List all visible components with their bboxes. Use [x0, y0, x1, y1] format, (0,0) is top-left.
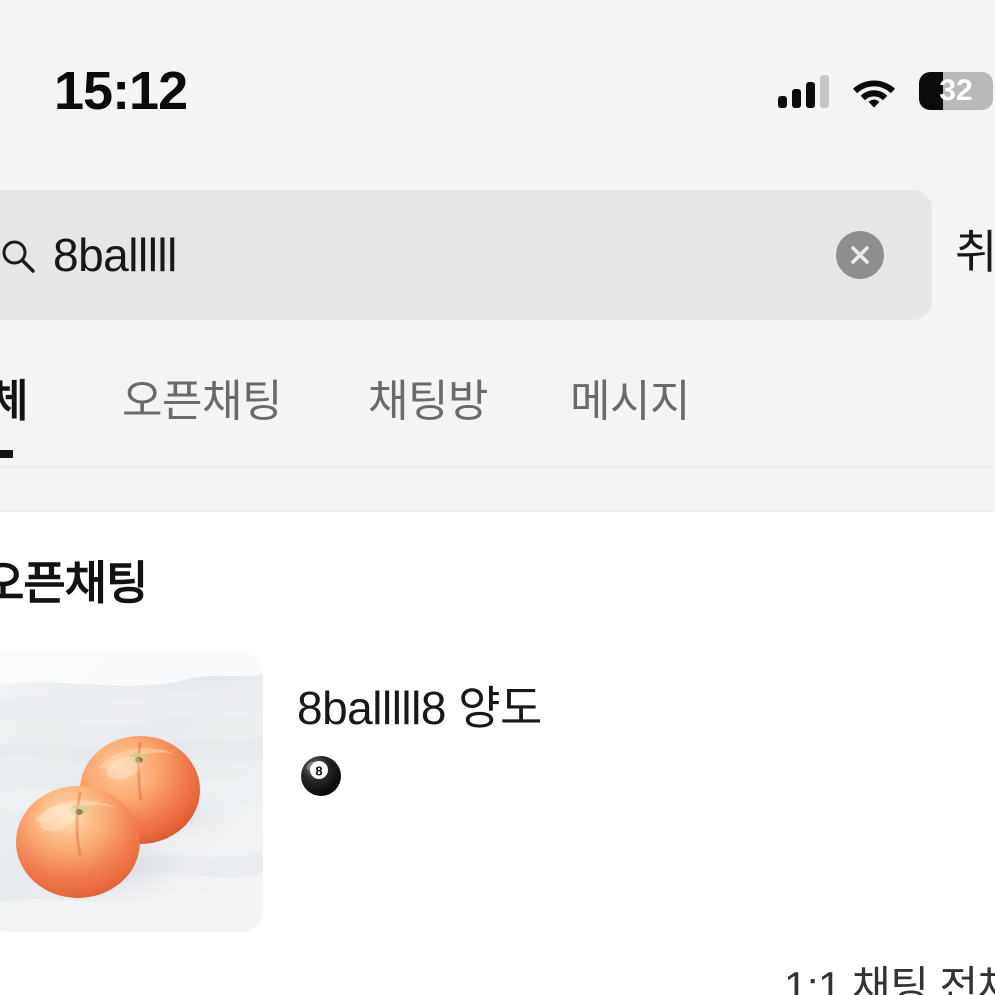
status-bar-time: 15:12	[54, 61, 188, 121]
view-all-one-to-one-chats-link[interactable]: 1:1 채팅 전체›	[784, 960, 995, 995]
section-header-open-chat: 오픈채팅	[0, 557, 148, 609]
search-results-content: 오픈채팅 8balllll8 양도 8	[0, 512, 995, 995]
section-separator	[0, 468, 995, 512]
search-input-value: 8balllll	[53, 229, 177, 281]
battery-percent-label: 32	[939, 74, 973, 107]
tab-chat-rooms[interactable]: 채팅방	[368, 350, 488, 468]
app-screen: 15:12 32 8balllll 취 체 오픈채팅 채팅방 메시지 오픈채팅 …	[0, 0, 995, 995]
peaches-image	[0, 650, 263, 932]
tab-chat-rooms-label: 채팅방	[368, 377, 488, 426]
battery-icon: 32	[919, 72, 993, 110]
cellular-signal-icon	[778, 74, 829, 108]
list-item[interactable]: 8balllll8 양도 8	[0, 650, 995, 950]
tab-open-chat-label: 오픈채팅	[122, 377, 282, 426]
search-result-tabs: 전체 오픈채팅 채팅방 메시지	[0, 350, 995, 468]
tab-open-chat[interactable]: 오픈채팅	[122, 350, 282, 468]
tab-messages-label: 메시지	[570, 377, 690, 426]
result-title: 8balllll8 양도	[297, 682, 542, 734]
search-input[interactable]: 8balllll	[0, 190, 932, 320]
tab-all-label: 전체	[0, 377, 28, 426]
tab-messages[interactable]: 메시지	[570, 350, 690, 468]
status-bar: 15:12 32	[0, 0, 995, 150]
close-icon	[851, 246, 869, 264]
tab-all[interactable]: 전체	[0, 350, 28, 468]
result-thumbnail	[0, 650, 263, 932]
search-bar-row: 8balllll	[0, 190, 995, 321]
result-subtitle: 8	[299, 754, 343, 798]
tab-active-indicator	[0, 450, 13, 458]
search-icon	[2, 240, 35, 273]
svg-text:8: 8	[315, 764, 322, 779]
status-bar-indicators: 32	[778, 60, 993, 122]
view-all-label: 1:1 채팅 전체	[784, 963, 995, 995]
wifi-icon	[853, 80, 895, 108]
cancel-button[interactable]: 취소	[955, 222, 995, 282]
clear-search-button[interactable]	[836, 231, 884, 279]
eight-ball-icon: 8	[301, 756, 341, 796]
